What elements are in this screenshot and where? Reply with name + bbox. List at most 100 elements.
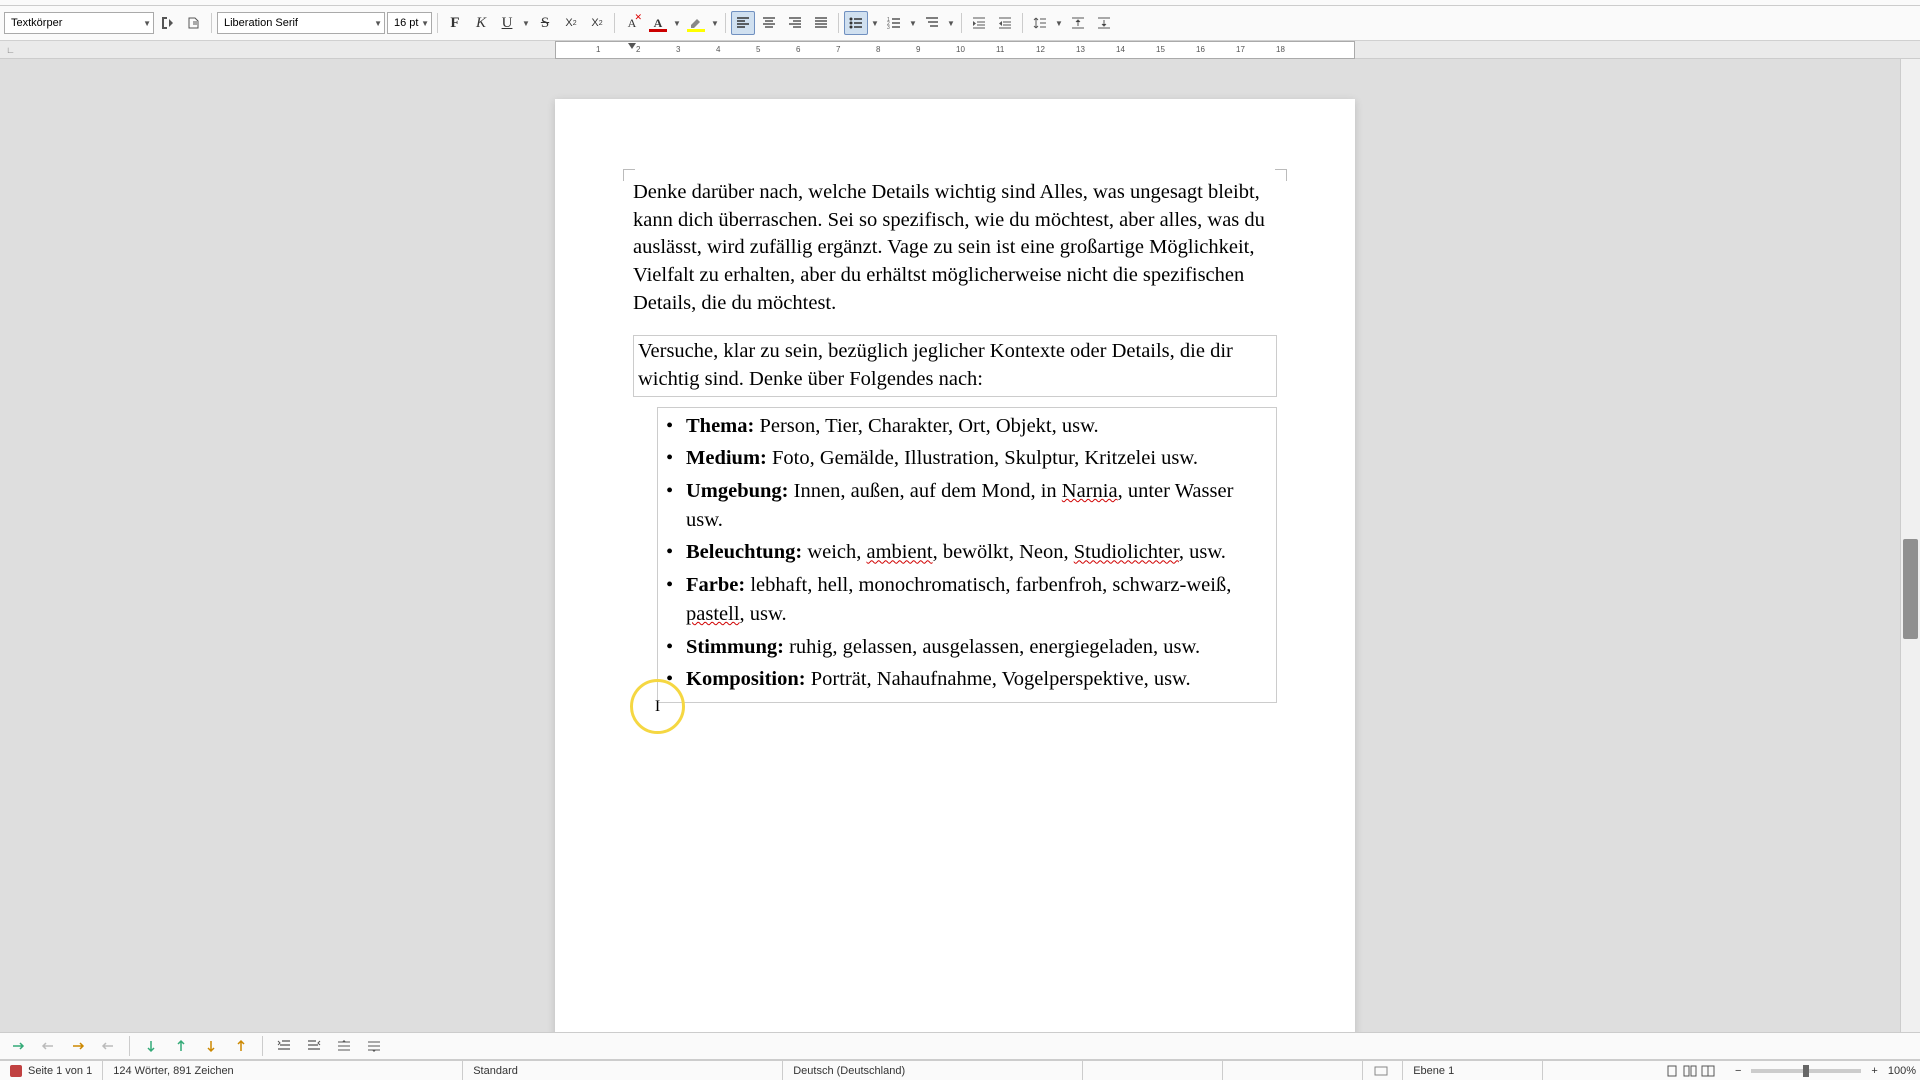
outline-drop[interactable]: ▼: [946, 19, 956, 28]
nav-forward-button[interactable]: [6, 1034, 30, 1058]
ruler-tick: 8: [876, 45, 880, 54]
horizontal-ruler[interactable]: 123456789101112131415161718: [555, 41, 1355, 59]
list-item[interactable]: Farbe: lebhaft, hell, monochromatisch, f…: [664, 571, 1270, 628]
number-list-button[interactable]: 123: [882, 11, 906, 35]
text-cursor-icon: I: [655, 698, 660, 716]
list-item[interactable]: Beleuchtung: weich, ambient, bewölkt, Ne…: [664, 538, 1270, 567]
zoom-slider[interactable]: [1751, 1069, 1861, 1073]
paragraph[interactable]: Versuche, klar zu sein, bezüglich jeglic…: [638, 338, 1272, 393]
document-content[interactable]: Denke darüber nach, welche Details wicht…: [633, 179, 1277, 703]
indent-marker[interactable]: [628, 43, 636, 49]
scrollbar-thumb[interactable]: [1903, 539, 1918, 639]
increase-indent-button[interactable]: [967, 11, 991, 35]
line-spacing-button[interactable]: [1028, 11, 1052, 35]
move-up-button[interactable]: [332, 1034, 356, 1058]
font-name-combo[interactable]: Liberation Serif ▼: [217, 12, 385, 34]
nav-back-link-button[interactable]: [96, 1034, 120, 1058]
navigation-toolbar: [0, 1032, 1920, 1060]
highlight-drop[interactable]: ▼: [710, 19, 720, 28]
nav-down-button[interactable]: [139, 1034, 163, 1058]
document-page[interactable]: Denke darüber nach, welche Details wicht…: [555, 99, 1355, 1050]
font-color-drop[interactable]: ▼: [672, 19, 682, 28]
strikethrough-button[interactable]: S: [533, 11, 557, 35]
status-signature[interactable]: [1363, 1061, 1403, 1080]
status-pagestyle[interactable]: Standard: [463, 1061, 783, 1080]
nav-up-button[interactable]: [169, 1034, 193, 1058]
new-style-button[interactable]: [182, 11, 206, 35]
document-area[interactable]: Denke darüber nach, welche Details wicht…: [0, 59, 1900, 1050]
bullet-list[interactable]: Thema: Person, Tier, Charakter, Ort, Obj…: [664, 412, 1270, 694]
list-item[interactable]: Komposition: Porträt, Nahaufnahme, Vogel…: [664, 665, 1270, 694]
move-down-button[interactable]: [362, 1034, 386, 1058]
underline-drop[interactable]: ▼: [521, 19, 531, 28]
spellcheck-word[interactable]: Narnia: [1062, 480, 1118, 502]
ruler-tick: 13: [1076, 45, 1085, 54]
cursor-highlight-ring: I: [630, 679, 685, 734]
ruler-tick: 12: [1036, 45, 1045, 54]
decrease-indent-button[interactable]: [993, 11, 1017, 35]
zoom-in-button[interactable]: +: [1867, 1065, 1881, 1077]
clear-formatting-button[interactable]: A✕: [620, 11, 644, 35]
demote-button[interactable]: [302, 1034, 326, 1058]
margin-corner: [623, 169, 635, 181]
underline-button[interactable]: U: [495, 11, 519, 35]
status-insert-mode[interactable]: [1083, 1061, 1223, 1080]
highlight-button[interactable]: [684, 11, 708, 35]
paragraph-style-combo[interactable]: Textkörper ▼: [4, 12, 154, 34]
book-view-button[interactable]: [1699, 1063, 1717, 1079]
spellcheck-word[interactable]: pastell: [686, 603, 740, 625]
increase-spacing-button[interactable]: [1066, 11, 1090, 35]
single-page-view-button[interactable]: [1663, 1063, 1681, 1079]
list-item[interactable]: Medium: Foto, Gemälde, Illustration, Sku…: [664, 444, 1270, 473]
separator: [437, 13, 438, 33]
number-list-drop[interactable]: ▼: [908, 19, 918, 28]
ruler-corner-icon: ∟: [6, 45, 15, 55]
formatting-toolbar: Textkörper ▼ Liberation Serif ▼ 16 pt ▼ …: [0, 6, 1920, 41]
italic-button[interactable]: K: [469, 11, 493, 35]
vertical-scrollbar[interactable]: [1900, 59, 1920, 1050]
word-count: 124 Wörter, 891 Zeichen: [113, 1065, 233, 1077]
zoom-value[interactable]: 100%: [1888, 1065, 1916, 1077]
multi-page-view-button[interactable]: [1681, 1063, 1699, 1079]
ruler-tick: 18: [1276, 45, 1285, 54]
align-left-button[interactable]: [731, 11, 755, 35]
align-right-button[interactable]: [783, 11, 807, 35]
line-spacing-drop[interactable]: ▼: [1054, 19, 1064, 28]
status-language[interactable]: Deutsch (Deutschland): [783, 1061, 1083, 1080]
superscript-button[interactable]: X2: [559, 11, 583, 35]
spellcheck-word[interactable]: Studiolichter: [1074, 541, 1179, 563]
zoom-out-button[interactable]: −: [1731, 1065, 1745, 1077]
bullet-list-button[interactable]: [844, 11, 868, 35]
nav-back-button[interactable]: [36, 1034, 60, 1058]
separator: [129, 1036, 130, 1056]
status-selection-mode[interactable]: [1223, 1061, 1363, 1080]
nav-down-alt-button[interactable]: [199, 1034, 223, 1058]
spellcheck-word[interactable]: ambient: [867, 541, 933, 563]
status-page[interactable]: Seite 1 von 1: [0, 1061, 103, 1080]
font-size-combo[interactable]: 16 pt ▼: [387, 12, 432, 34]
align-justify-button[interactable]: [809, 11, 833, 35]
bold-button[interactable]: F: [443, 11, 467, 35]
font-color-button[interactable]: A: [646, 11, 670, 35]
status-layer[interactable]: Ebene 1: [1403, 1061, 1543, 1080]
paragraph-box[interactable]: Versuche, klar zu sein, bezüglich jeglic…: [633, 335, 1277, 396]
list-item[interactable]: Stimmung: ruhig, gelassen, ausgelassen, …: [664, 633, 1270, 662]
subscript-button[interactable]: X2: [585, 11, 609, 35]
page-style: Standard: [473, 1065, 518, 1077]
separator: [1022, 13, 1023, 33]
list-item[interactable]: Thema: Person, Tier, Charakter, Ort, Obj…: [664, 412, 1270, 441]
paragraph[interactable]: Denke darüber nach, welche Details wicht…: [633, 179, 1277, 317]
list-item[interactable]: Umgebung: Innen, außen, auf dem Mond, in…: [664, 477, 1270, 534]
update-style-button[interactable]: [156, 11, 180, 35]
bullet-list-drop[interactable]: ▼: [870, 19, 880, 28]
ruler-tick: 5: [756, 45, 760, 54]
outline-button[interactable]: [920, 11, 944, 35]
bullet-list-box[interactable]: Thema: Person, Tier, Charakter, Ort, Obj…: [657, 407, 1277, 703]
decrease-spacing-button[interactable]: [1092, 11, 1116, 35]
nav-up-alt-button[interactable]: [229, 1034, 253, 1058]
status-wordcount[interactable]: 124 Wörter, 891 Zeichen: [103, 1061, 463, 1080]
nav-forward-link-button[interactable]: [66, 1034, 90, 1058]
zoom-slider-knob[interactable]: [1803, 1065, 1809, 1077]
promote-button[interactable]: [272, 1034, 296, 1058]
align-center-button[interactable]: [757, 11, 781, 35]
